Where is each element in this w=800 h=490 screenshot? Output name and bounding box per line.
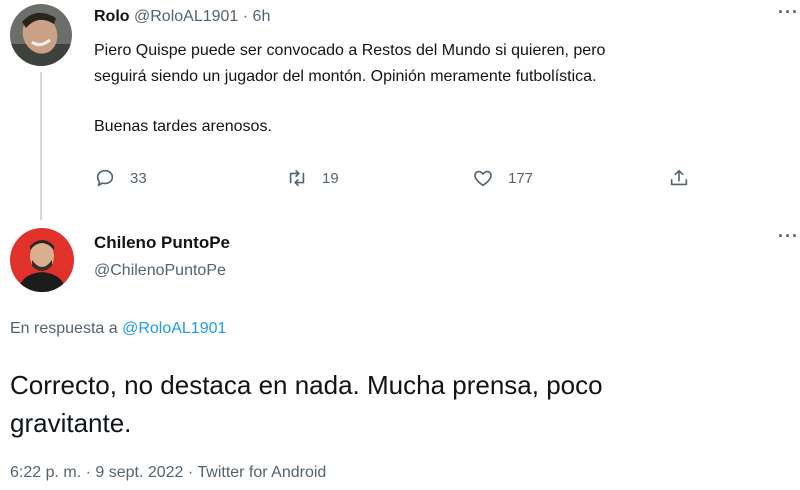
thread-connector-line: [40, 72, 42, 220]
avatar-chileno-puntope[interactable]: [10, 228, 74, 292]
more-horizontal-icon[interactable]: ···: [778, 2, 799, 23]
tweet2-text-line: gravitante.: [10, 408, 132, 438]
tweet1-line: seguirá siendo un jugador del montón. Op…: [94, 68, 597, 85]
tweet2-author-name[interactable]: Chileno PuntoPe: [94, 233, 230, 253]
tweet1-author-name[interactable]: Rolo: [94, 8, 130, 25]
tweet1-author-handle[interactable]: @RoloAL1901: [134, 8, 238, 25]
tweet1-text: Piero Quispe puede ser convocado a Resto…: [94, 38, 784, 140]
avatar-rolo-image: [10, 4, 72, 66]
tweet2-text-line: Correcto, no destaca en nada. Mucha pren…: [10, 370, 603, 400]
reply-icon: [96, 169, 114, 187]
tweet2-text: Correcto, no destaca en nada. Mucha pren…: [10, 366, 790, 442]
reply-to-handle-link[interactable]: @RoloAL1901: [122, 320, 226, 337]
more-horizontal-icon[interactable]: ···: [778, 226, 799, 247]
share-button[interactable]: [668, 167, 704, 189]
tweet1-timestamp[interactable]: 6h: [253, 8, 271, 25]
tweet1-header: Rolo @RoloAL1901 · 6h: [94, 8, 270, 26]
reply-count: 33: [130, 169, 147, 187]
avatar-chileno-image: [10, 228, 74, 292]
share-icon: [670, 169, 688, 186]
tweet1-line: Buenas tardes arenosos.: [94, 118, 272, 135]
tweet2-author-handle[interactable]: @ChilenoPuntoPe: [94, 262, 226, 280]
heart-icon: [474, 170, 492, 187]
retweet-button[interactable]: 19: [286, 167, 339, 189]
tweet2-footer-metadata[interactable]: 6:22 p. m. · 9 sept. 2022 · Twitter for …: [10, 464, 326, 482]
retweet-count: 19: [322, 169, 339, 187]
tweet1-line: Piero Quispe puede ser convocado a Resto…: [94, 42, 606, 59]
like-button[interactable]: 177: [472, 167, 533, 189]
avatar-rolo[interactable]: [10, 4, 72, 66]
reply-button[interactable]: 33: [94, 167, 147, 189]
tweet1-dot-separator: ·: [242, 8, 249, 25]
reply-context: En respuesta a @RoloAL1901: [10, 320, 226, 338]
like-count: 177: [508, 169, 534, 187]
retweet-icon: [289, 169, 305, 187]
reply-prefix: En respuesta a: [10, 320, 118, 337]
